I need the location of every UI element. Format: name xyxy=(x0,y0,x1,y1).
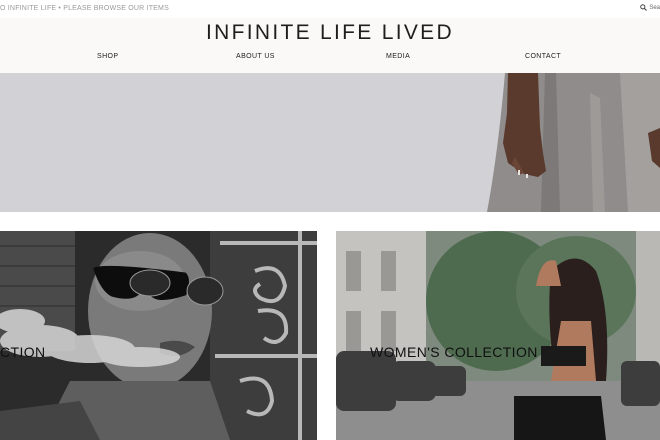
search-button[interactable]: Sea xyxy=(640,4,660,11)
womens-collection-card[interactable]: WOMEN'S COLLECTION xyxy=(336,231,660,440)
nav-contact[interactable]: CONTACT xyxy=(525,53,561,60)
mens-collection-card[interactable]: CTION xyxy=(0,231,317,440)
mens-collection-label[interactable]: CTION xyxy=(0,344,46,360)
search-label: Sea xyxy=(649,4,660,11)
nav-media[interactable]: MEDIA xyxy=(386,53,410,60)
search-icon xyxy=(640,4,648,11)
nav-about-us[interactable]: ABOUT US xyxy=(236,53,275,60)
section-spacer xyxy=(0,212,660,231)
nav-shop[interactable]: SHOP xyxy=(97,53,118,60)
womens-collection-label[interactable]: WOMEN'S COLLECTION xyxy=(370,344,538,360)
announcement-text: O INFINITE LIFE • PLEASE BROWSE OUR ITEM… xyxy=(0,5,169,12)
announcement-bar: O INFINITE LIFE • PLEASE BROWSE OUR ITEM… xyxy=(0,0,660,18)
site-header: INFINITE LIFE LIVED SHOP ABOUT US MEDIA … xyxy=(0,18,660,74)
womens-collection-image xyxy=(336,231,660,440)
hero-model-image xyxy=(487,73,660,212)
site-logo[interactable]: INFINITE LIFE LIVED xyxy=(0,21,660,45)
hero-banner[interactable] xyxy=(0,73,660,212)
mens-collection-image xyxy=(0,231,317,440)
